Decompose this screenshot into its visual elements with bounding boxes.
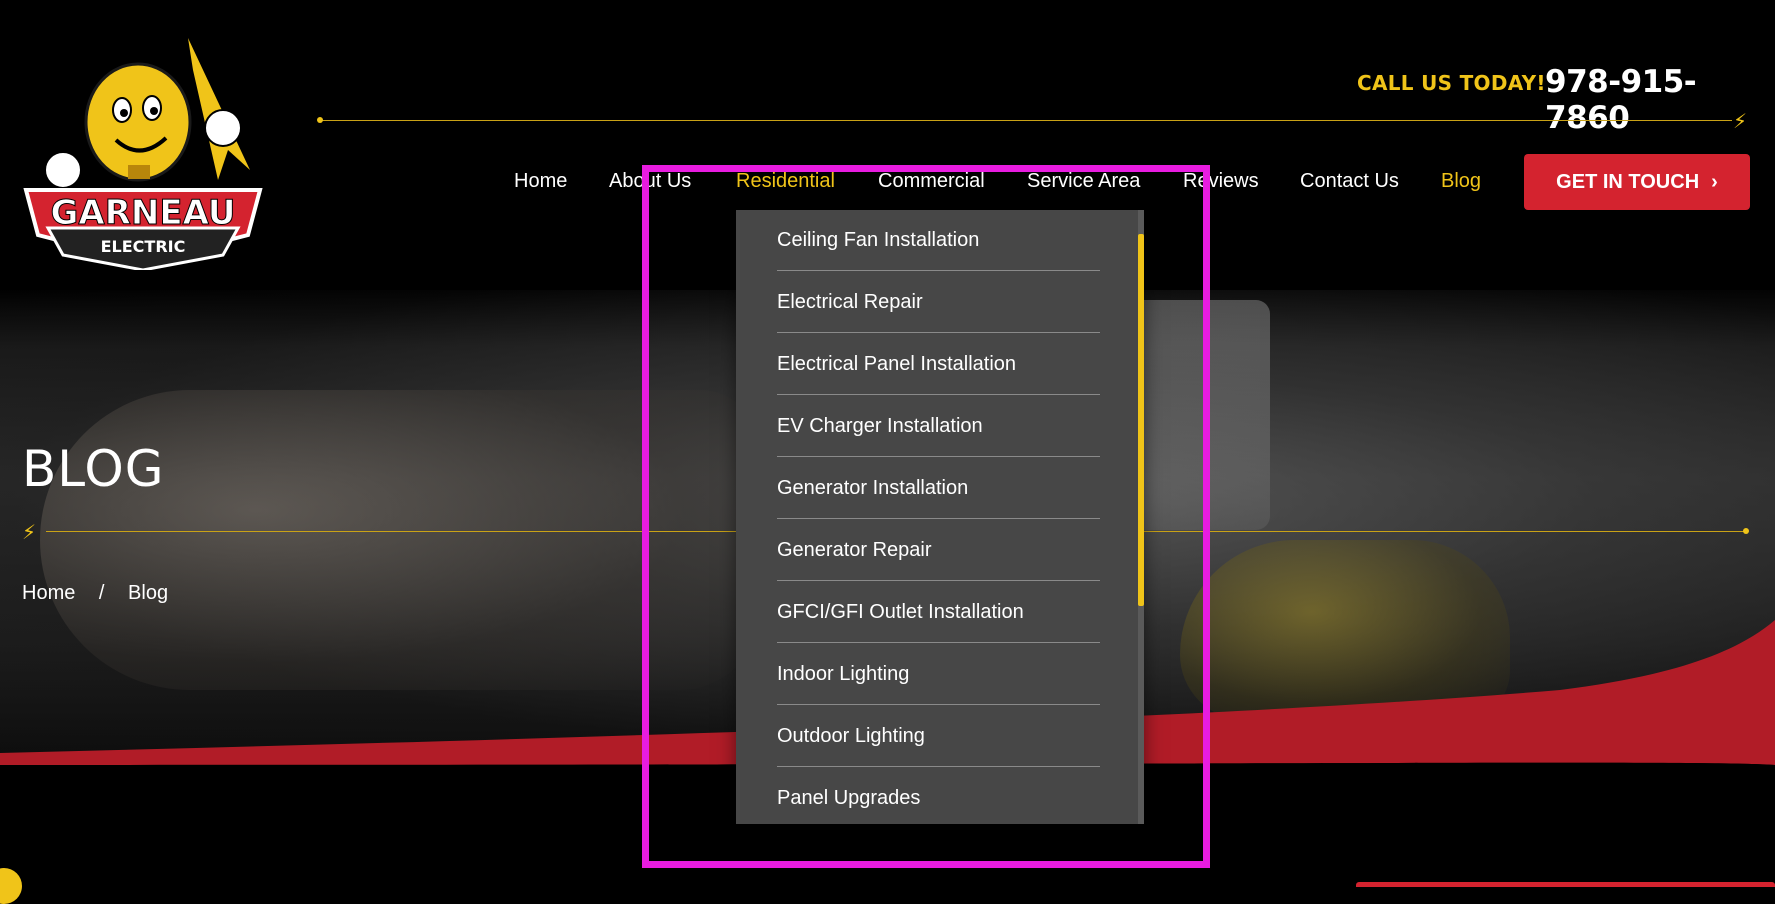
main-nav: Home About Us Residential Commercial Ser… — [0, 170, 1775, 206]
nav-item-about-us[interactable]: About Us — [609, 170, 691, 193]
divider-dot — [317, 117, 323, 123]
get-in-touch-button[interactable]: GET IN TOUCH › — [1524, 154, 1750, 210]
corner-badge[interactable] — [0, 868, 22, 904]
breadcrumb-blog: Blog — [128, 582, 169, 604]
svg-text:ELECTRIC: ELECTRIC — [101, 237, 186, 256]
bottom-red-bar — [1356, 882, 1775, 887]
dropdown-item-electrical-repair[interactable]: Electrical Repair — [777, 272, 1100, 333]
dropdown-item-gfci-outlet-installation[interactable]: GFCI/GFI Outlet Installation — [777, 582, 1100, 643]
dropdown-scrollbar-thumb[interactable] — [1138, 234, 1144, 606]
nav-item-residential[interactable]: Residential — [736, 170, 835, 193]
lightning-bolt-icon: ⚡ — [1733, 109, 1748, 133]
lightning-bolt-icon — [188, 38, 250, 180]
garneau-electric-logo[interactable]: GARNEAU ELECTRIC — [18, 30, 268, 270]
nav-item-commercial[interactable]: Commercial — [878, 170, 985, 193]
dropdown-item-generator-installation[interactable]: Generator Installation — [777, 458, 1100, 519]
nav-item-contact-us[interactable]: Contact Us — [1300, 170, 1399, 193]
breadcrumb: Home / Blog — [22, 582, 186, 605]
breadcrumb-home[interactable]: Home — [22, 582, 75, 604]
page-title: BLOG — [22, 440, 165, 498]
nav-item-home[interactable]: Home — [514, 170, 567, 193]
nav-item-service-area[interactable]: Service Area — [1027, 170, 1140, 193]
nav-item-reviews[interactable]: Reviews — [1183, 170, 1259, 193]
call-us-label: CALL US TODAY! — [1357, 71, 1546, 95]
dropdown-item-indoor-lighting[interactable]: Indoor Lighting — [777, 644, 1100, 705]
dropdown-item-outdoor-lighting[interactable]: Outdoor Lighting — [777, 706, 1100, 767]
get-in-touch-label: GET IN TOUCH — [1556, 170, 1700, 193]
divider-dot — [1743, 528, 1749, 534]
lightning-bolt-icon: ⚡ — [22, 520, 37, 544]
dropdown-item-ceiling-fan-installation[interactable]: Ceiling Fan Installation — [777, 210, 1100, 271]
dropdown-item-panel-upgrades[interactable]: Panel Upgrades — [777, 768, 1100, 824]
residential-dropdown-menu[interactable]: Ceiling Fan Installation Electrical Repa… — [736, 210, 1144, 824]
dropdown-item-electrical-panel-installation[interactable]: Electrical Panel Installation — [777, 334, 1100, 395]
chevron-right-icon: › — [1711, 170, 1718, 193]
dropdown-item-ev-charger-installation[interactable]: EV Charger Installation — [777, 396, 1100, 457]
header-divider — [322, 120, 1732, 121]
dropdown-item-generator-repair[interactable]: Generator Repair — [777, 520, 1100, 581]
breadcrumb-separator: / — [98, 582, 105, 604]
nav-item-blog[interactable]: Blog — [1441, 170, 1481, 193]
